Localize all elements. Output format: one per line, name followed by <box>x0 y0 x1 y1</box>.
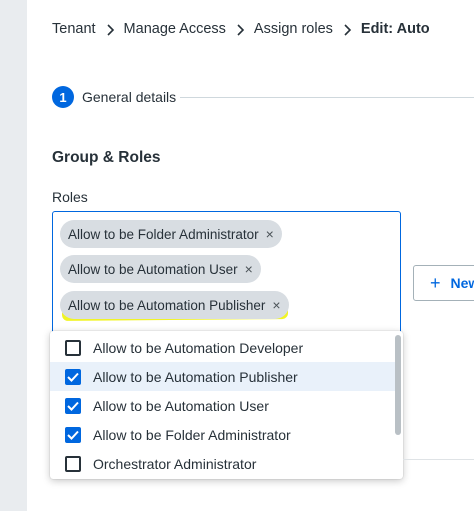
checkbox-unchecked-icon[interactable] <box>65 339 81 356</box>
dropdown-option[interactable]: Allow to be Automation Publisher <box>50 362 395 391</box>
option-label: Orchestrator Administrator <box>93 455 257 472</box>
checkbox-checked-icon[interactable] <box>65 397 81 414</box>
checkbox-checked-icon[interactable] <box>65 368 81 385</box>
close-icon[interactable]: × <box>266 227 274 241</box>
breadcrumb-tenant[interactable]: Tenant <box>52 21 96 37</box>
breadcrumb: Tenant Manage Access Assign roles Edit: … <box>52 18 430 40</box>
dropdown-option[interactable]: Orchestrator Administrator <box>50 449 395 478</box>
option-label: Allow to be Automation Publisher <box>93 368 298 385</box>
roles-dropdown: Allow to be Automation Developer Allow t… <box>50 331 403 479</box>
step-label: General details <box>82 89 177 105</box>
checkbox-unchecked-icon[interactable] <box>65 455 81 472</box>
dropdown-scrollbar[interactable] <box>395 335 401 435</box>
chevron-right-icon <box>226 21 254 38</box>
close-icon[interactable]: × <box>272 298 280 312</box>
roles-label: Roles <box>52 189 88 205</box>
option-label: Allow to be Automation Developer <box>93 339 304 356</box>
chevron-right-icon <box>333 21 361 38</box>
role-chip: Allow to be Folder Administrator × <box>60 220 282 248</box>
checkbox-checked-icon[interactable] <box>65 426 81 443</box>
option-label: Allow to be Folder Administrator <box>93 426 291 443</box>
close-icon[interactable]: × <box>245 262 253 276</box>
new-button-label: New <box>450 275 474 291</box>
section-title: Group & Roles <box>52 149 161 166</box>
role-chip: Allow to be Automation Publisher × <box>60 291 289 319</box>
breadcrumb-current: Edit: Auto <box>360 21 430 37</box>
step-number-badge: 1 <box>52 86 74 108</box>
dropdown-option[interactable]: Allow to be Automation User <box>50 391 395 420</box>
chip-label: Allow to be Automation Publisher <box>68 297 266 313</box>
dropdown-option[interactable]: Allow to be Automation Developer <box>50 333 395 362</box>
stepper-line <box>180 97 474 98</box>
chevron-right-icon <box>96 21 124 38</box>
left-rail <box>0 0 27 511</box>
breadcrumb-assign-roles[interactable]: Assign roles <box>254 21 333 37</box>
chip-label: Allow to be Automation User <box>68 261 238 277</box>
role-chip: Allow to be Automation User × <box>60 255 261 283</box>
chip-label: Allow to be Folder Administrator <box>68 226 259 242</box>
dropdown-option[interactable]: Allow to be Folder Administrator <box>50 420 395 449</box>
option-label: Allow to be Automation User <box>93 397 269 414</box>
divider <box>403 459 474 460</box>
breadcrumb-manage-access[interactable]: Manage Access <box>124 21 226 37</box>
plus-icon: + <box>430 272 441 293</box>
new-button[interactable]: + New <box>413 265 474 301</box>
stepper-step: 1 General details <box>52 86 176 108</box>
